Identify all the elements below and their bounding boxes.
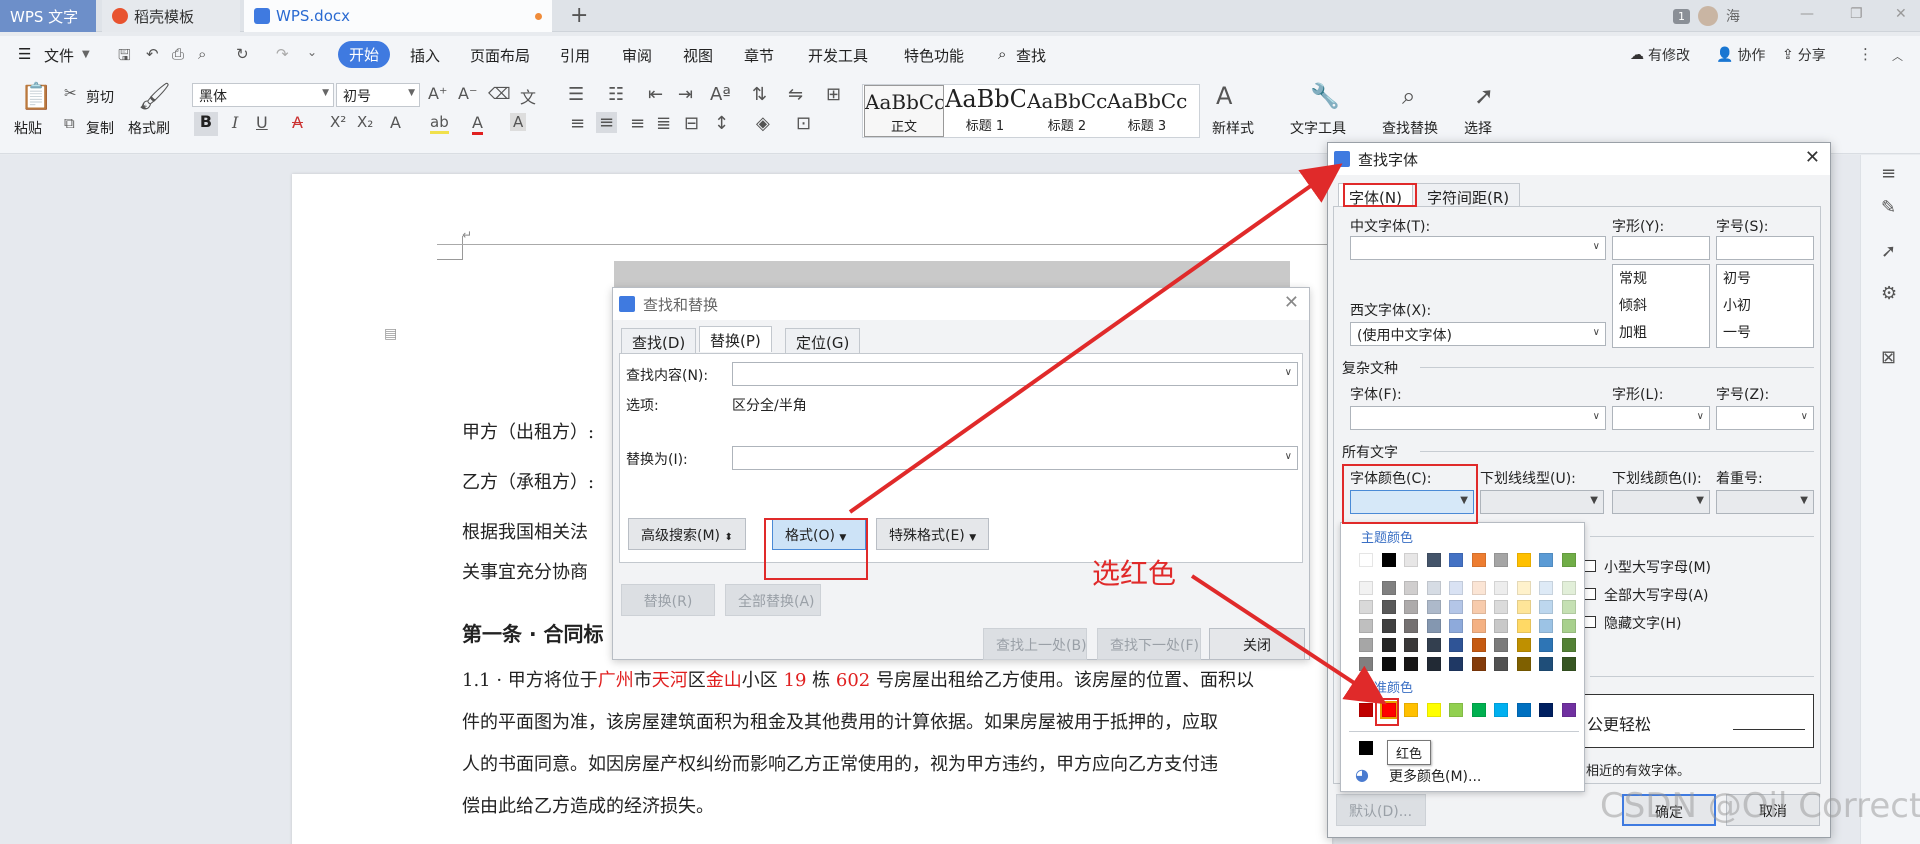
watermark: CSDN @Oil Correct [1600, 786, 1920, 826]
annotation-arrows [848, 163, 1387, 705]
arrow-to-font-dialog [848, 163, 1343, 514]
arrow-to-red-swatch [1190, 574, 1387, 705]
